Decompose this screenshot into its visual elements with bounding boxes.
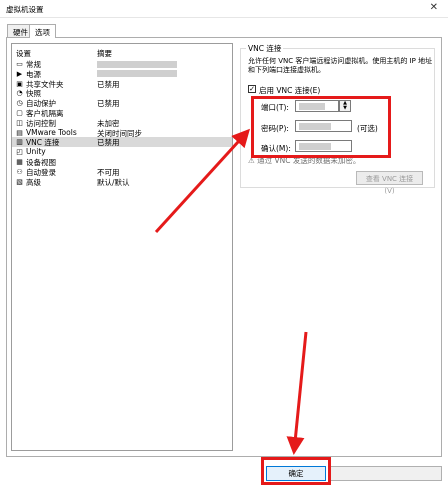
annotation-arrows <box>154 128 308 455</box>
arrow-to-vnc-fields <box>154 128 251 234</box>
tab-options[interactable]: 选项 <box>29 24 56 38</box>
arrow-to-ok-button <box>286 331 308 455</box>
